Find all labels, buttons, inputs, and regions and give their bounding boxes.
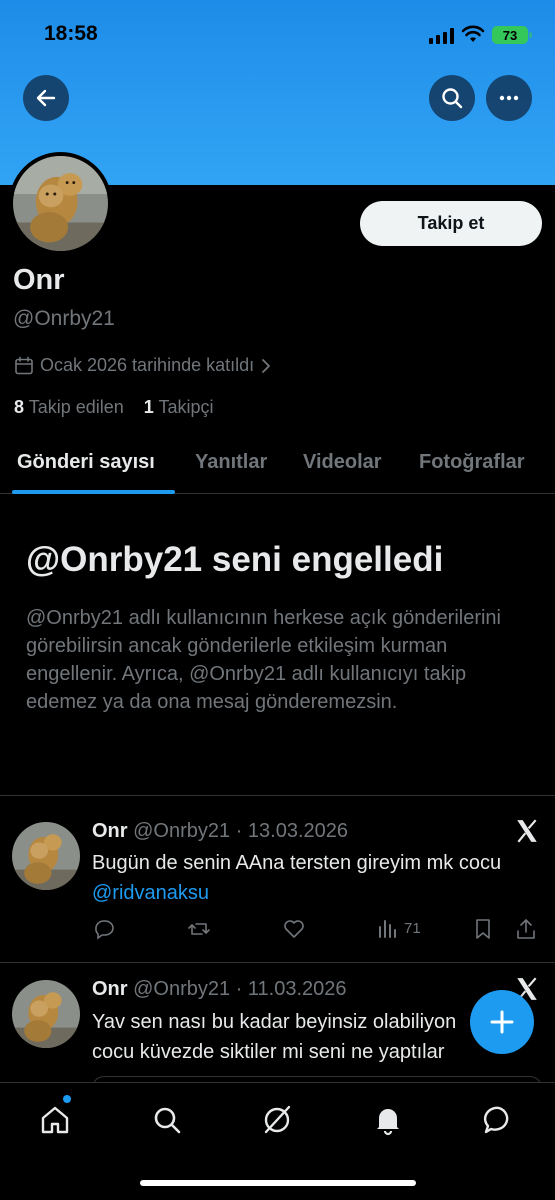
messages-icon[interactable] [482,1103,516,1137]
tweet-avatar[interactable] [12,980,80,1048]
tweet-author-name[interactable]: Onr [92,820,128,842]
followers-count: 1 [143,397,154,417]
compose-button[interactable] [470,990,534,1054]
joined-text: Ocak 2026 tarihinde katıldı [40,355,255,375]
bookmark-button[interactable] [472,917,494,941]
reply-button[interactable] [92,917,116,941]
tab-posts[interactable]: Gönderi sayısı [17,451,155,474]
follow-button[interactable]: Takip et [360,201,542,246]
repost-button[interactable] [187,917,211,941]
follow-stats: 8 Takip edilen 1 Takipçi [14,397,214,418]
profile-avatar[interactable] [9,152,112,255]
calendar-icon [15,356,33,374]
repost-icon [188,923,210,935]
status-bar: 18:58 73 [0,0,555,70]
views-button[interactable]: 71 [377,917,421,939]
divider [0,962,555,963]
back-arrow-icon [36,89,56,107]
lion-avatar-image [12,822,80,890]
tweet-text[interactable]: Yav sen nası bu kadar beyinsiz olabiliyo… [92,1007,492,1067]
chevron-right-icon [262,358,271,373]
views-icon [379,920,396,938]
tweet-author-name[interactable]: Onr [92,978,128,1000]
share-button[interactable] [515,917,537,941]
followers-label: Takipçi [158,397,214,417]
bookmark-icon [476,919,490,939]
tweet-mention[interactable]: @ridvanaksu [92,882,209,904]
tweet-actions: 71 [92,917,542,945]
lion-avatar-image [12,980,80,1048]
following-count: 8 [14,397,25,417]
tweet-text[interactable]: Bugün de senin AAna tersten gireyim mk c… [92,848,522,908]
reply-icon [95,920,114,940]
tweet-avatar[interactable] [12,822,80,890]
like-button[interactable] [282,917,306,941]
wifi-icon [461,25,485,42]
joined-date[interactable]: Ocak 2026 tarihinde katıldı [14,355,272,376]
tab-active-indicator [12,490,175,494]
tweet-handle-date: @Onrby21 · 11.03.2026 [133,978,347,1000]
tweet-handle-date: @Onrby21 · 13.03.2026 [133,820,349,842]
following-link[interactable]: 8 Takip edilen [14,397,124,417]
tweet-body: Bugün de senin AAna tersten gireyim mk c… [92,852,502,874]
search-button[interactable] [429,75,475,121]
blocked-title: @Onrby21 seni engelledi [26,540,444,579]
tab-videos[interactable]: Videolar [303,451,382,474]
tab-replies[interactable]: Yanıtlar [195,451,267,474]
notifications-icon[interactable] [371,1103,405,1137]
search-icon[interactable] [150,1103,184,1137]
notification-dot [63,1095,71,1103]
followers-link[interactable]: 1 Takipçi [144,397,214,417]
status-time: 18:58 [44,22,98,45]
more-button[interactable] [486,75,532,121]
profile-name: Onr [13,264,65,296]
profile-handle: @Onrby21 [13,307,115,330]
plus-icon [490,1010,514,1034]
divider [0,795,555,796]
blocked-description: @Onrby21 adlı kullanıcının herkese açık … [26,607,501,713]
lion-avatar-image [13,156,108,251]
x-logo-icon [517,819,537,843]
back-button[interactable] [23,75,69,121]
tab-photos[interactable]: Fotoğraflar [419,451,525,474]
more-icon [499,95,519,101]
tweet-header: Onr @Onrby21 · 11.03.2026 [92,978,347,1001]
grok-icon[interactable] [260,1103,294,1137]
home-icon[interactable] [38,1103,72,1137]
share-icon [517,919,535,939]
battery-icon: 73 [492,26,532,44]
profile-tabs: Gönderi sayısı Yanıtlar Videolar Fotoğra… [0,440,555,494]
tweet-header: Onr @Onrby21 · 13.03.2026 [92,820,348,843]
signal-icon [429,28,454,44]
home-indicator [140,1180,416,1186]
views-count: 71 [404,919,421,937]
following-label: Takip edilen [28,397,124,417]
heart-icon [284,920,304,938]
search-icon [442,88,463,109]
